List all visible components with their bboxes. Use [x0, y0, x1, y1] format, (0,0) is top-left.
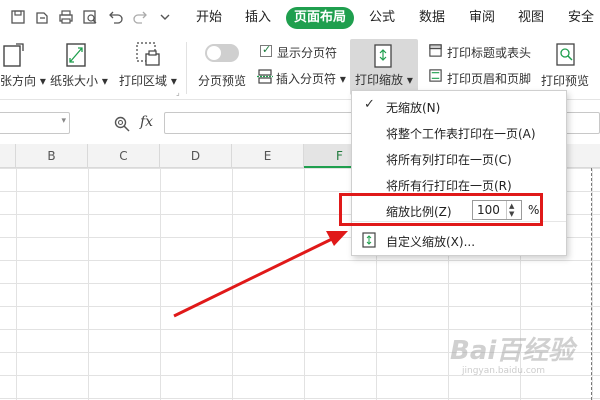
insert-page-break-label: 插入分页符: [276, 72, 337, 86]
group-launcher-icon[interactable]: ⌟: [176, 88, 180, 97]
print-area-button[interactable]: 打印区域 ▾: [119, 72, 177, 89]
undo-icon[interactable]: [108, 9, 124, 25]
column-header-a-partial[interactable]: [0, 144, 16, 168]
print-preview-label[interactable]: 打印预览: [541, 72, 589, 89]
print-scaling-label-wrap: 打印缩放 ▾: [355, 73, 413, 87]
menu-item-custom-scaling[interactable]: 自定义缩放(X)...: [352, 227, 566, 253]
print-titles-label[interactable]: 打印标题或表头: [447, 44, 531, 61]
insert-page-break-button[interactable]: 插入分页符 ▾: [276, 70, 346, 87]
paper-size-icon[interactable]: [64, 42, 88, 68]
tab-home[interactable]: 开始: [196, 10, 222, 26]
menu-item-label: 无缩放(N): [386, 101, 441, 115]
tab-insert[interactable]: 插入: [245, 10, 271, 26]
tab-security[interactable]: 安全: [568, 10, 594, 26]
watermark-logo: Bai百经验: [450, 336, 575, 366]
name-box[interactable]: ▾: [0, 112, 70, 134]
column-header-e[interactable]: E: [232, 144, 304, 168]
orientation-label: 纸张方向: [0, 74, 37, 88]
print-area-icon[interactable]: [134, 40, 162, 68]
print-preview-icon[interactable]: [82, 9, 98, 25]
column-header-d[interactable]: D: [160, 144, 232, 168]
dropdown-icon[interactable]: [157, 9, 173, 25]
save-icon[interactable]: [10, 9, 26, 25]
menu-item-fit-columns-one-page[interactable]: 将所有列打印在一页(C): [352, 145, 566, 171]
print-titles-icon[interactable]: [428, 43, 443, 58]
header-footer-icon[interactable]: [428, 68, 443, 83]
show-page-breaks-label[interactable]: 显示分页符: [277, 44, 337, 61]
tab-view[interactable]: 视图: [518, 10, 544, 26]
tab-review[interactable]: 审阅: [469, 10, 495, 26]
name-box-dropdown-icon[interactable]: ▾: [61, 116, 66, 126]
annotation-highlight-box: [339, 193, 543, 226]
insert-page-break-icon[interactable]: [257, 68, 273, 84]
menu-item-label: 将所有行打印在一页(R): [386, 179, 512, 193]
header-footer-label[interactable]: 打印页眉和页脚: [447, 70, 531, 87]
menu-item-label: 自定义缩放(X)...: [386, 235, 476, 249]
show-page-breaks-checkbox[interactable]: [260, 43, 272, 57]
menu-tab-bar: 开始 插入 页面布局 公式 数据 审阅 视图 安全: [0, 0, 600, 36]
checkmark-icon: ✓: [364, 97, 375, 112]
print-scaling-label: 打印缩放: [355, 73, 404, 87]
column-header-c[interactable]: C: [88, 144, 160, 168]
print-scaling-button[interactable]: 打印缩放 ▾: [350, 39, 418, 95]
zoom-search-icon[interactable]: [113, 115, 131, 133]
column-header-b[interactable]: B: [16, 144, 88, 168]
redo-icon[interactable]: [132, 9, 148, 25]
ribbon-separator: [186, 42, 187, 94]
print-area-label: 打印区域: [119, 74, 168, 88]
menu-item-fit-sheet-one-page[interactable]: 将整个工作表打印在一页(A): [352, 119, 566, 145]
paper-size-button[interactable]: 纸张大小 ▾: [50, 72, 108, 89]
page-break-preview-toggle[interactable]: [205, 44, 239, 62]
print-scaling-icon: [374, 44, 392, 68]
print-icon[interactable]: [58, 9, 74, 25]
custom-scaling-icon: [362, 232, 376, 248]
menu-item-no-scaling[interactable]: ✓ 无缩放(N): [352, 93, 566, 119]
print-preview-ribbon-icon[interactable]: [555, 42, 577, 68]
tab-data[interactable]: 数据: [419, 10, 445, 26]
export-icon[interactable]: [34, 9, 50, 25]
paper-size-label: 纸张大小: [50, 74, 99, 88]
menu-item-label: 将所有列打印在一页(C): [386, 153, 512, 167]
print-scaling-menu: ✓ 无缩放(N) 将整个工作表打印在一页(A) 将所有列打印在一页(C) 将所有…: [351, 90, 567, 256]
tab-page-layout[interactable]: 页面布局: [286, 7, 355, 29]
page-break-preview-label[interactable]: 分页预览: [198, 72, 246, 89]
menu-item-label: 将整个工作表打印在一页(A): [386, 127, 536, 141]
watermark-url: jingyan.baidu.com: [462, 366, 546, 376]
page-break-line: [591, 168, 592, 400]
orientation-icon[interactable]: [2, 42, 26, 68]
tab-formulas[interactable]: 公式: [369, 10, 395, 26]
fx-icon[interactable]: fx: [140, 114, 153, 130]
orientation-button[interactable]: 纸张方向 ▾: [0, 72, 46, 89]
